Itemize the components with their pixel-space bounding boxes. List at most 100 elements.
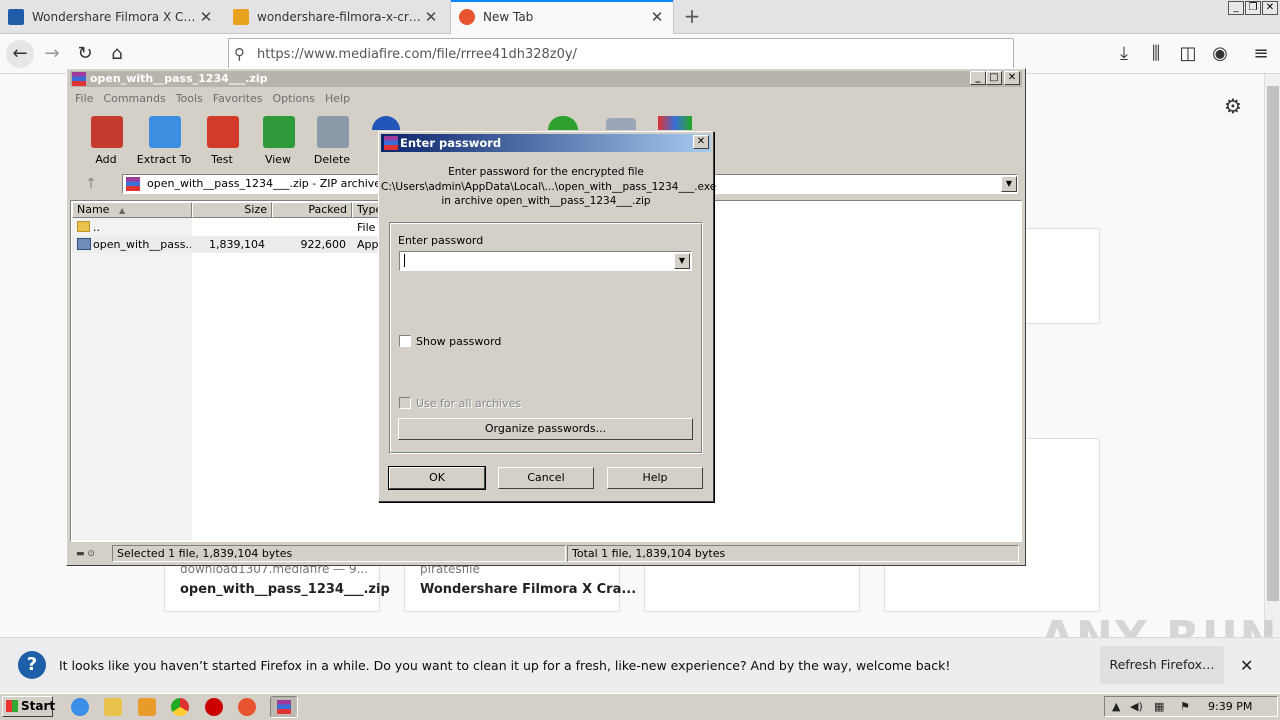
menu-help[interactable]: Help [320, 92, 355, 105]
firefox-icon[interactable] [238, 698, 256, 716]
tray-expand-icon[interactable]: ▲ [1112, 700, 1120, 713]
delete-icon [317, 116, 349, 148]
home-button[interactable]: ⌂ [103, 40, 131, 68]
dialog-message-line: Enter password for the encrypted file [448, 166, 644, 178]
winrar-title: open_with__pass_1234___.zip [70, 71, 1022, 87]
cancel-button[interactable]: Cancel [498, 467, 594, 489]
test-button[interactable]: Test [192, 110, 252, 168]
network-icon[interactable]: ▦ [1154, 700, 1164, 713]
firefox-icon [459, 9, 475, 25]
menu-tools[interactable]: Tools [171, 92, 208, 105]
tab-filmora-crack[interactable]: Wondershare Filmora X Crack + R ✕ [0, 0, 222, 34]
tab-label: New Tab [483, 10, 534, 24]
minimize-icon[interactable]: _ [1228, 1, 1244, 15]
menu-icon[interactable]: ≡ [1247, 40, 1275, 68]
page-scrollbar[interactable] [1264, 74, 1280, 636]
menu-file[interactable]: File [70, 92, 98, 105]
winrar-menu-bar: File Commands Tools Favorites Options He… [70, 89, 1022, 107]
tool-label: Delete [313, 153, 351, 166]
card-title[interactable]: Wondershare Filmora X Cra... [420, 582, 636, 597]
card-title[interactable]: open_with__pass_1234___.zip [180, 582, 390, 597]
show-password-checkbox[interactable] [399, 335, 411, 347]
minimize-icon[interactable]: _ [970, 71, 986, 85]
extract-icon [149, 116, 181, 148]
close-tab-icon[interactable]: ✕ [198, 8, 214, 26]
refresh-firefox-button[interactable]: Refresh Firefox… [1100, 646, 1224, 684]
dialog-close-icon[interactable]: ✕ [693, 135, 709, 149]
library-icon[interactable]: ⫼ [1142, 40, 1170, 68]
column-header-name[interactable]: Name ▲ [72, 202, 192, 218]
forward-button[interactable]: → [38, 40, 66, 68]
password-label: Enter password [398, 234, 484, 247]
view-icon [263, 116, 295, 148]
comment-icon[interactable] [606, 118, 636, 130]
restore-icon[interactable]: ❐ [1245, 1, 1261, 15]
taskbar [0, 693, 1280, 720]
winrar-icon [72, 72, 86, 86]
close-window-icon[interactable]: ✕ [1262, 1, 1278, 15]
status-selected: Selected 1 file, 1,839,104 bytes [112, 545, 566, 562]
back-button[interactable]: ← [6, 40, 34, 68]
menu-commands[interactable]: Commands [98, 92, 170, 105]
table-cell-name[interactable]: .. [93, 221, 100, 234]
start-button[interactable]: Start [2, 696, 55, 717]
maximize-icon[interactable]: □ [986, 71, 1002, 85]
view-button[interactable]: View [248, 110, 308, 168]
delete-button[interactable]: Delete [302, 110, 362, 168]
organize-passwords-button[interactable]: Organize passwords... [398, 418, 693, 440]
close-tab-icon[interactable]: ✕ [649, 8, 665, 26]
highlight-card[interactable] [644, 560, 860, 612]
menu-favorites[interactable]: Favorites [208, 92, 268, 105]
tab-filmora-folder[interactable]: wondershare-filmora-x-crack-regi ✕ [225, 0, 447, 34]
dialog-message-path: C:\Users\admin\AppData\Local\...\open_wi… [381, 181, 717, 193]
extract-to-button[interactable]: Extract To [134, 110, 194, 168]
close-tab-icon[interactable]: ✕ [423, 8, 439, 26]
ie-icon[interactable] [71, 698, 89, 716]
help-button[interactable]: Help [607, 467, 703, 489]
application-icon [77, 238, 91, 250]
media-player-icon[interactable] [138, 698, 156, 716]
search-icon: ⚲ [234, 45, 245, 63]
add-button[interactable]: Add [76, 110, 136, 168]
mediafire-favicon-icon [8, 9, 24, 25]
table-cell-packed: 922,600 [300, 238, 347, 251]
volume-icon[interactable]: ◀) [1130, 700, 1143, 713]
downloads-icon[interactable]: ⤓ [1110, 40, 1138, 68]
folder-icon [233, 9, 249, 25]
up-folder-icon[interactable]: ↑ [76, 174, 106, 194]
account-icon[interactable]: ◉ [1206, 40, 1234, 68]
sfx-icon[interactable] [658, 116, 692, 130]
password-input[interactable] [399, 251, 692, 271]
menu-options[interactable]: Options [268, 92, 320, 105]
folder-icon [77, 221, 90, 232]
show-password-label[interactable]: Show password [416, 335, 501, 348]
ok-button[interactable]: OK [388, 466, 486, 490]
use-for-all-label: Use for all archives [416, 397, 522, 410]
tab-new-tab[interactable]: New Tab ✕ [450, 0, 674, 34]
status-total: Total 1 file, 1,839,104 bytes [567, 545, 1019, 562]
winrar-icon [277, 700, 291, 714]
use-for-all-checkbox[interactable] [399, 397, 411, 409]
url-bar[interactable]: https://www.mediafire.com/file/rrree41dh… [228, 38, 1014, 70]
scrollbar-thumb[interactable] [1267, 86, 1279, 601]
flag-icon[interactable]: ⚑ [1180, 700, 1190, 713]
sidebar-icon[interactable]: ◫ [1174, 40, 1202, 68]
chevron-down-icon[interactable]: ▼ [1001, 176, 1017, 192]
chrome-icon[interactable] [171, 698, 189, 716]
explorer-icon[interactable] [104, 698, 122, 716]
column-header-packed[interactable]: Packed [272, 202, 352, 218]
reload-button[interactable]: ↻ [71, 40, 99, 68]
opera-icon[interactable] [205, 698, 223, 716]
tab-label: wondershare-filmora-x-crack-regi [257, 10, 423, 24]
table-cell-name[interactable]: open_with__pass... [93, 238, 191, 251]
gear-icon[interactable]: ⚙ [1224, 94, 1242, 118]
chevron-down-icon[interactable]: ▼ [674, 253, 690, 269]
tool-label: Add [95, 153, 117, 166]
new-tab-button[interactable]: + [682, 4, 702, 28]
close-icon[interactable]: ✕ [1004, 71, 1020, 85]
winrar-icon [384, 136, 398, 150]
close-icon[interactable]: ✕ [1240, 656, 1253, 675]
table-cell-size: 1,839,104 [209, 238, 265, 251]
column-header-size[interactable]: Size [192, 202, 272, 218]
tool-label: Test [211, 153, 233, 166]
